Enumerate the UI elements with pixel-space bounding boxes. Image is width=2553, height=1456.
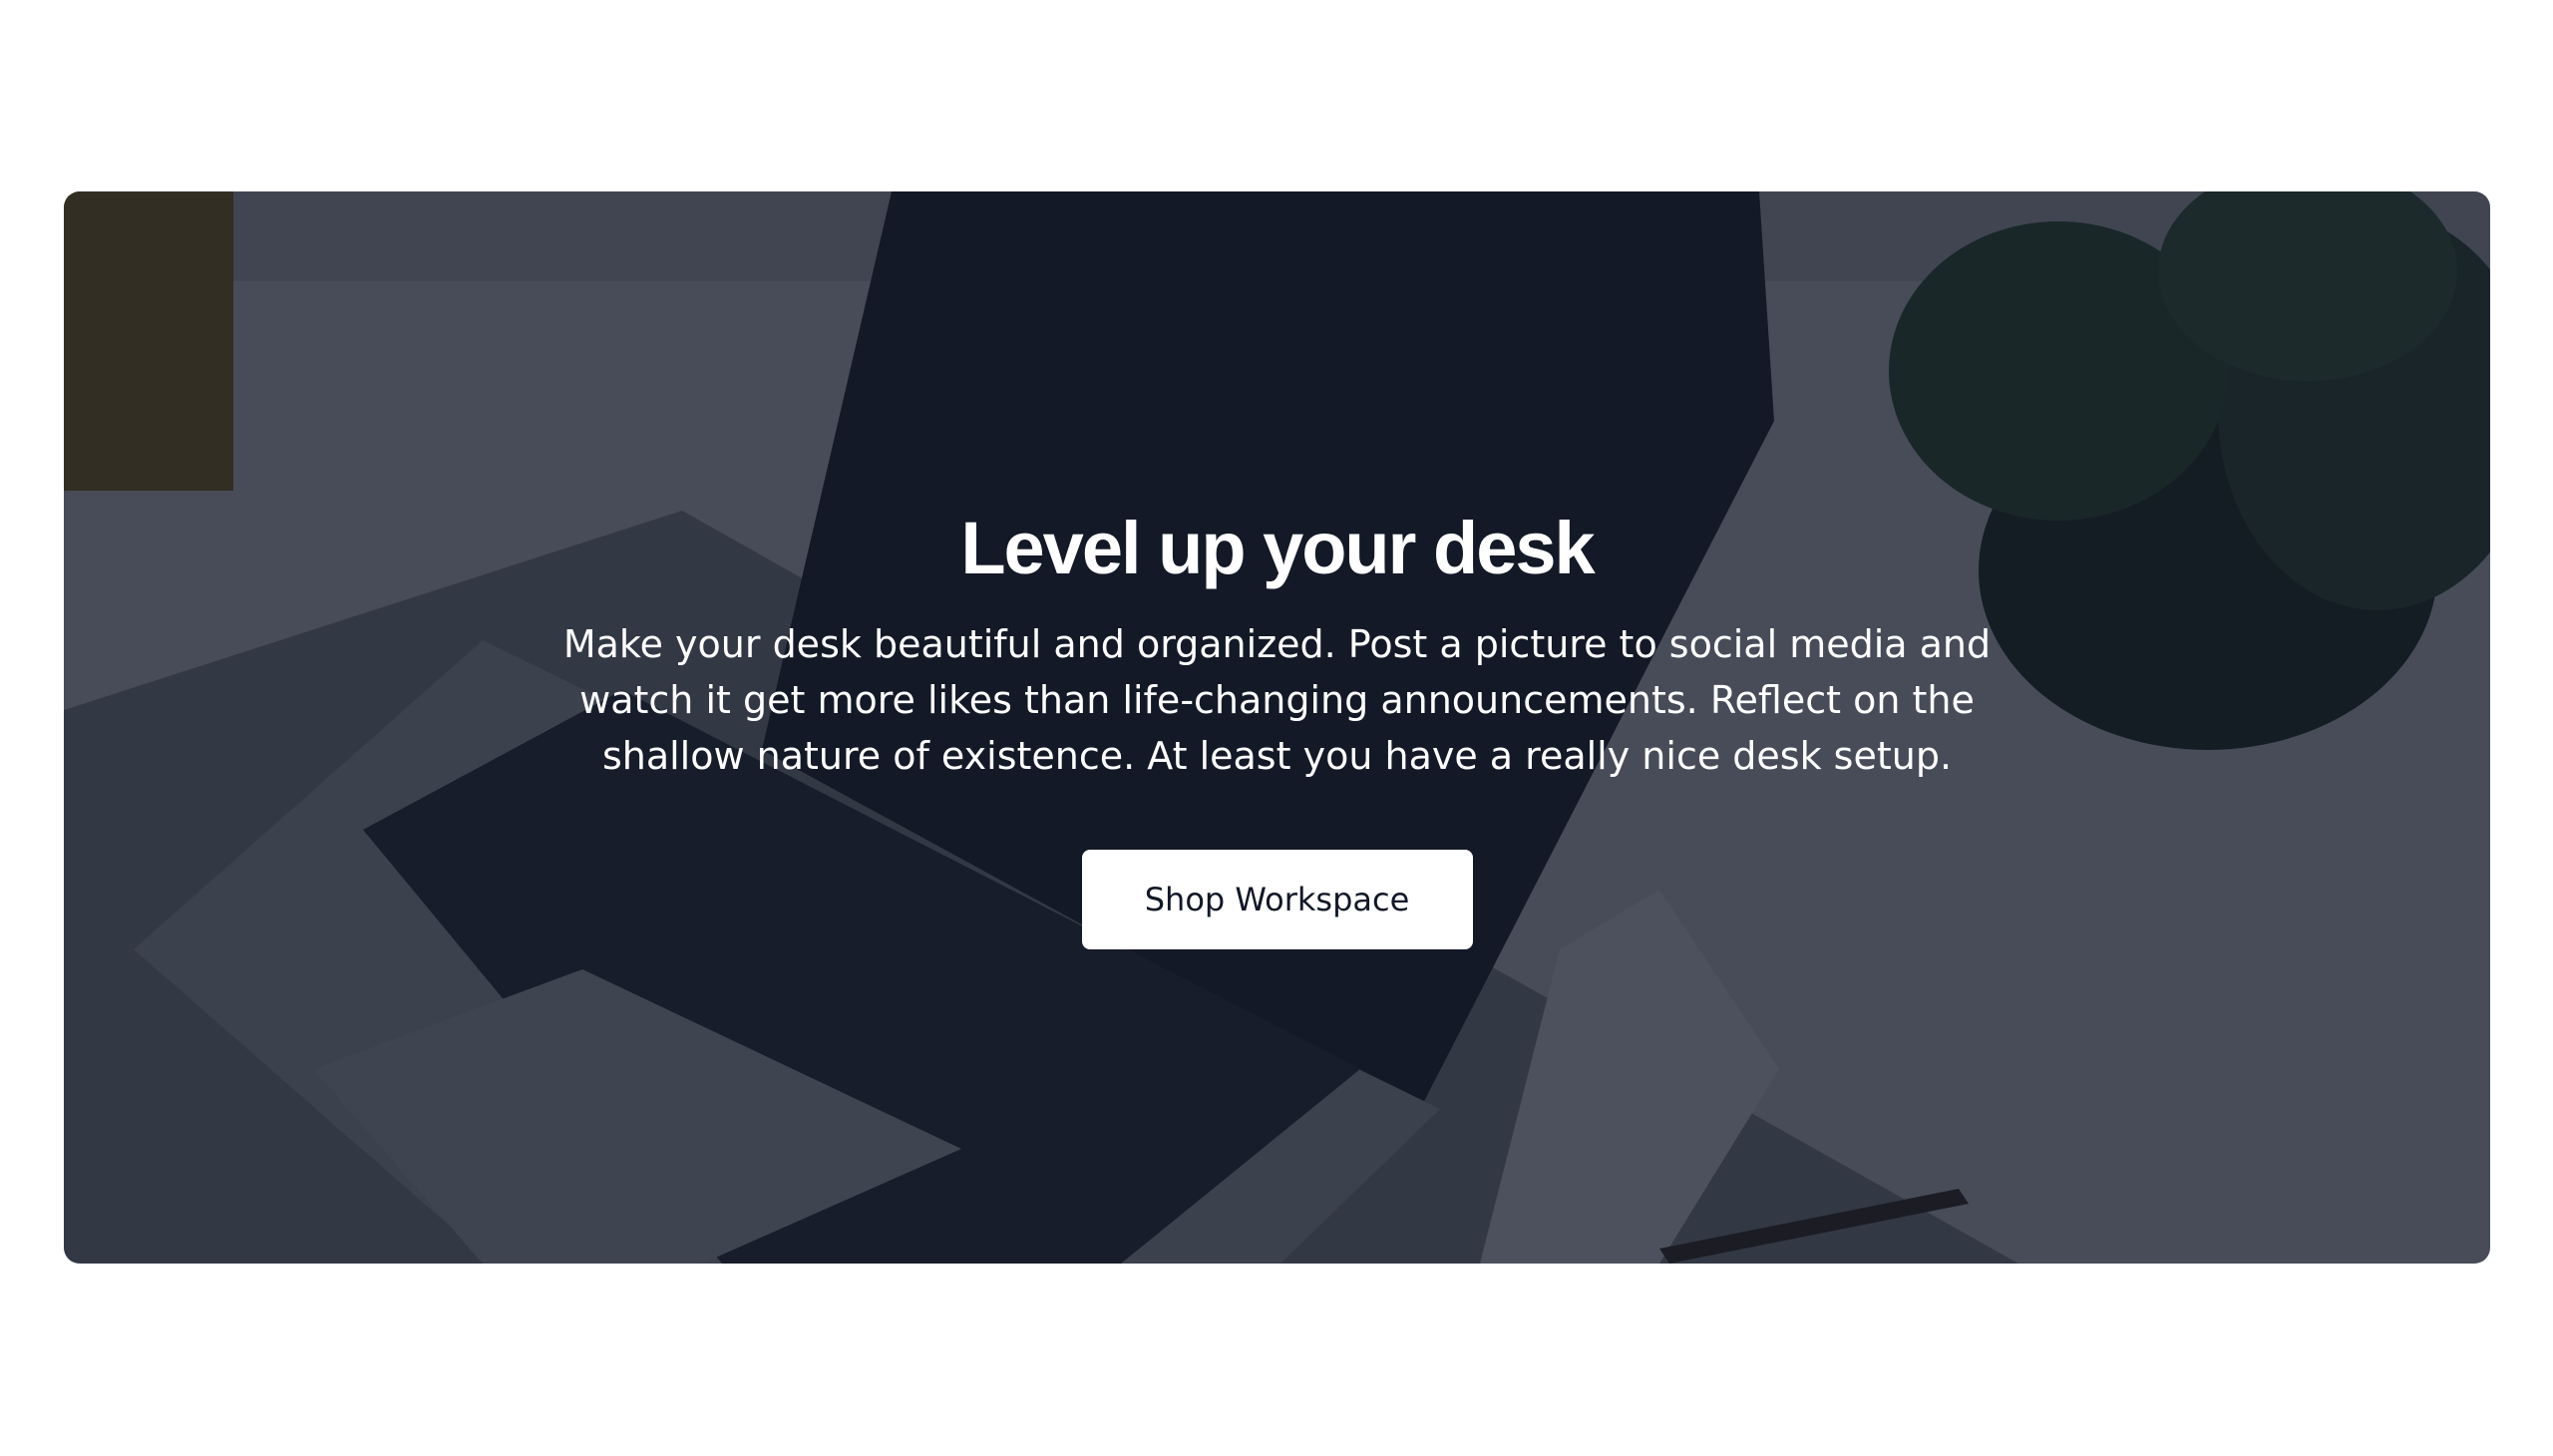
shop-workspace-button[interactable]: Shop Workspace xyxy=(1081,850,1473,950)
hero-description: Make your desk beautiful and organized. … xyxy=(562,622,1992,779)
page: Level up your desk Make your desk beauti… xyxy=(0,0,2553,1456)
hero-banner: Level up your desk Make your desk beauti… xyxy=(64,191,2490,1264)
hero-title: Level up your desk xyxy=(960,507,1595,589)
hero-content: Level up your desk Make your desk beauti… xyxy=(64,191,2490,1264)
